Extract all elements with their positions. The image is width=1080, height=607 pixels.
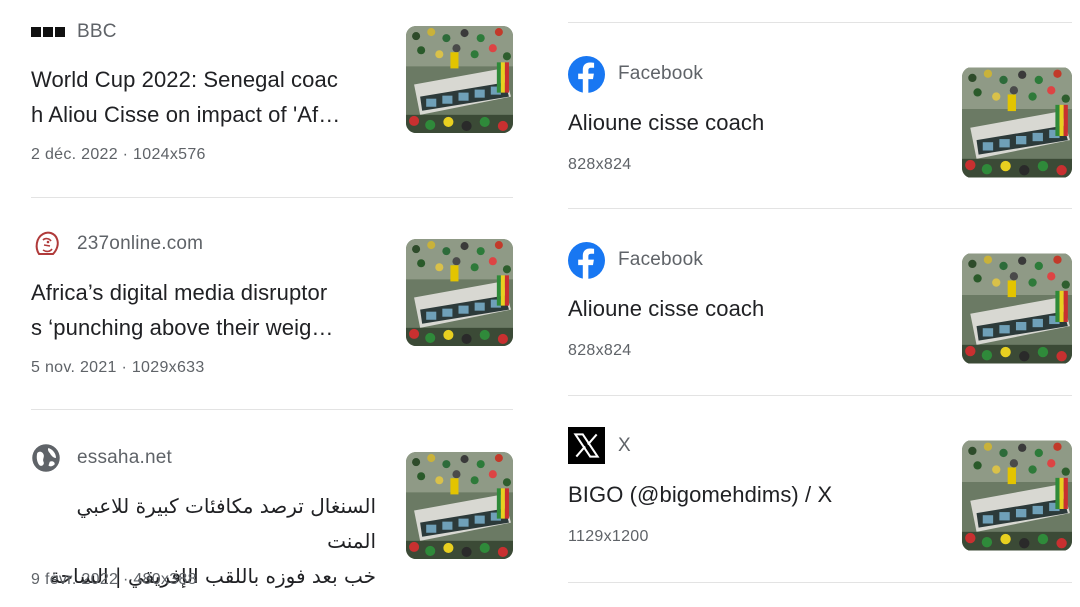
- result-title[interactable]: Alioune cisse coach: [568, 291, 764, 326]
- title-line-2: h Aliou Cisse on impact of 'Af…: [31, 102, 341, 127]
- result-card-essaha[interactable]: essaha.net السنغال ترصد مكافئات كبيرة لل…: [31, 410, 513, 607]
- result-title[interactable]: World Cup 2022: Senegal coac h Aliou Cis…: [31, 62, 340, 132]
- result-thumbnail[interactable]: [406, 239, 513, 346]
- result-source: X: [568, 427, 631, 464]
- result-card-facebook-2[interactable]: Facebook Alioune cisse coach 828x824: [568, 209, 1072, 396]
- result-meta: 1129x1200: [568, 528, 649, 545]
- source-name: Facebook: [618, 63, 704, 84]
- source-name: Facebook: [618, 249, 704, 270]
- x-logo-icon: [568, 427, 605, 464]
- facebook-logo-icon: [568, 241, 605, 279]
- title-line-1: Africa’s digital media disruptor: [31, 280, 328, 305]
- title-line-2: s ‘punching above their weig…: [31, 315, 334, 340]
- source-name: BBC: [77, 21, 117, 42]
- result-thumbnail[interactable]: [406, 26, 513, 133]
- result-meta: 2 déc. 2022 · 1024x576: [31, 146, 206, 163]
- result-title[interactable]: Alioune cisse coach: [568, 105, 764, 140]
- result-source: 237online.com: [31, 231, 203, 257]
- result-meta: 828x824: [568, 156, 632, 173]
- result-meta: 5 nov. 2021 · 1029x633: [31, 359, 205, 376]
- result-source: BBC: [31, 20, 117, 44]
- result-card-x[interactable]: X BIGO (@bigomehdims) / X 1129x1200: [568, 396, 1072, 583]
- source-name: X: [618, 434, 631, 456]
- result-thumbnail[interactable]: [406, 452, 513, 559]
- source-name: 237online.com: [77, 233, 204, 254]
- title-line-1: World Cup 2022: Senegal coac: [31, 67, 338, 92]
- facebook-logo-icon: [568, 55, 605, 93]
- result-card-bbc[interactable]: BBC World Cup 2022: Senegal coac h Aliou…: [31, 0, 513, 198]
- divider: [568, 582, 1072, 583]
- title-line-1: السنغال ترصد مكافئات كبيرة للاعبي المنت: [76, 494, 376, 553]
- result-thumbnail[interactable]: [962, 440, 1072, 551]
- result-title[interactable]: Africa’s digital media disruptor s ‘punc…: [31, 275, 334, 345]
- source-name: essaha.net: [77, 447, 172, 468]
- result-thumbnail[interactable]: [962, 67, 1072, 178]
- result-source: Facebook: [568, 241, 703, 279]
- result-card-facebook-1[interactable]: Facebook Alioune cisse coach 828x824: [568, 23, 1072, 209]
- result-title[interactable]: BIGO (@bigomehdims) / X: [568, 477, 832, 512]
- result-source: Facebook: [568, 55, 703, 93]
- result-card-237online[interactable]: 237online.com Africa’s digital media dis…: [31, 198, 513, 410]
- result-meta: 9 févr. 2022 · 480x388: [31, 571, 197, 588]
- result-thumbnail[interactable]: [962, 253, 1072, 364]
- bbc-logo-icon: [31, 27, 65, 37]
- result-meta: 828x824: [568, 342, 632, 359]
- lion-logo-icon: [31, 228, 63, 260]
- result-source: essaha.net: [31, 443, 172, 473]
- globe-icon: [31, 443, 61, 473]
